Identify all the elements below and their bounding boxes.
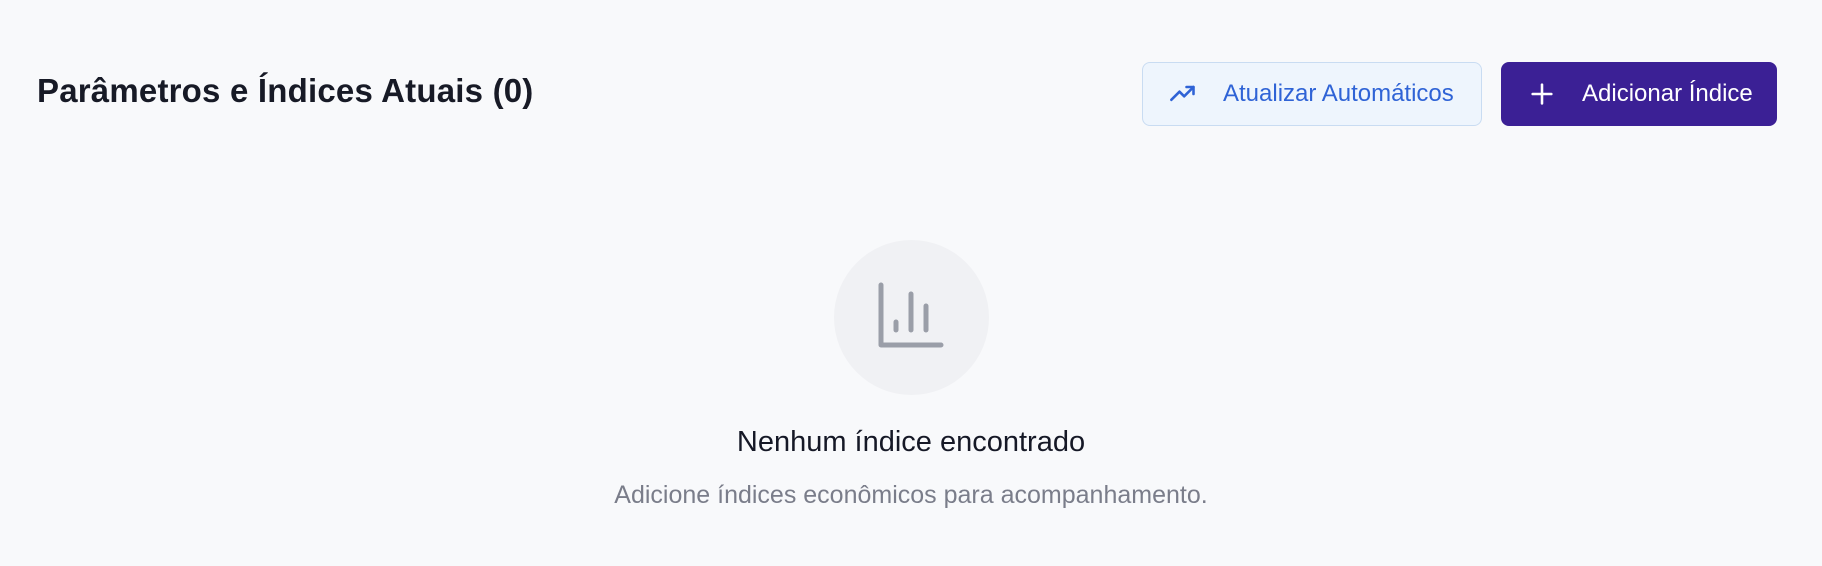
auto-update-button-label: Atualizar Automáticos (1223, 80, 1454, 107)
add-index-button-label: Adicionar Índice (1582, 80, 1753, 107)
empty-state-subtitle: Adicione índices econômicos para acompan… (614, 481, 1208, 509)
trending-up-icon (1169, 80, 1197, 108)
bar-chart-icon (878, 282, 944, 353)
add-index-button[interactable]: Adicionar Índice (1501, 62, 1777, 126)
auto-update-button[interactable]: Atualizar Automáticos (1142, 62, 1482, 126)
page-header: Parâmetros e Índices Atuais (0) Atualiza… (0, 0, 1822, 188)
plus-icon (1528, 80, 1556, 108)
empty-state: Nenhum índice encontrado Adicione índice… (0, 240, 1822, 510)
empty-state-icon-circle (833, 240, 989, 395)
page-title: Parâmetros e Índices Atuais (0) (37, 72, 534, 109)
empty-state-title: Nenhum índice encontrado (736, 426, 1086, 458)
